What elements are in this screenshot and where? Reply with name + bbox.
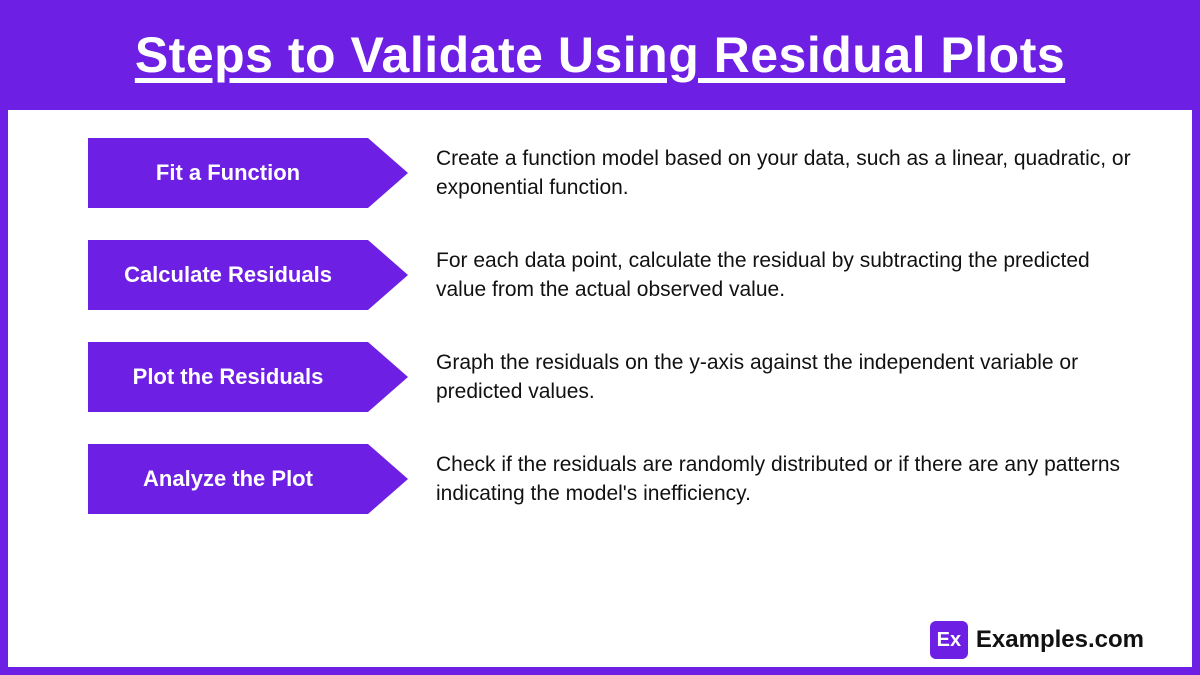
brand-name: Examples.com	[976, 626, 1144, 654]
step-row: Analyze the Plot Check if the residuals …	[88, 444, 1132, 514]
step-label: Plot the Residuals	[88, 342, 368, 412]
step-arrow: Calculate Residuals	[88, 240, 408, 310]
step-row: Fit a Function Create a function model b…	[88, 138, 1132, 208]
step-description: Graph the residuals on the y-axis agains…	[408, 348, 1132, 407]
brand-logo-icon: Ex	[930, 621, 968, 659]
step-arrow: Plot the Residuals	[88, 342, 408, 412]
page-title: Steps to Validate Using Residual Plots	[18, 26, 1182, 84]
header: Steps to Validate Using Residual Plots	[8, 8, 1192, 110]
brand-footer: Ex Examples.com	[930, 621, 1144, 659]
arrow-head-icon	[368, 138, 408, 208]
diagram-frame: Steps to Validate Using Residual Plots F…	[0, 0, 1200, 675]
step-label: Analyze the Plot	[88, 444, 368, 514]
step-label: Calculate Residuals	[88, 240, 368, 310]
step-arrow: Analyze the Plot	[88, 444, 408, 514]
arrow-head-icon	[368, 240, 408, 310]
arrow-head-icon	[368, 342, 408, 412]
arrow-head-icon	[368, 444, 408, 514]
step-row: Plot the Residuals Graph the residuals o…	[88, 342, 1132, 412]
content-area: Fit a Function Create a function model b…	[8, 110, 1192, 667]
step-description: For each data point, calculate the resid…	[408, 246, 1132, 305]
step-arrow: Fit a Function	[88, 138, 408, 208]
step-label: Fit a Function	[88, 138, 368, 208]
step-description: Create a function model based on your da…	[408, 144, 1132, 203]
step-description: Check if the residuals are randomly dist…	[408, 450, 1132, 509]
step-row: Calculate Residuals For each data point,…	[88, 240, 1132, 310]
